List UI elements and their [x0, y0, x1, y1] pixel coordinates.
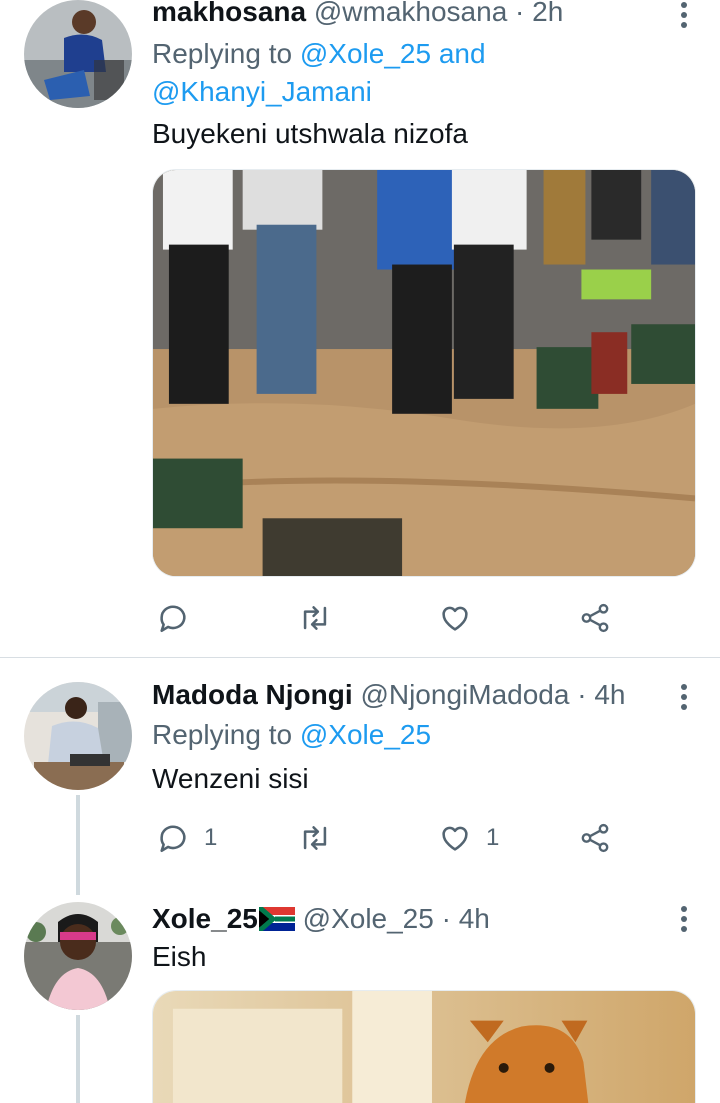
avatar[interactable]: [24, 682, 132, 790]
tweet-text: Eish: [152, 941, 207, 972]
mention-joiner: and: [438, 38, 486, 69]
tweet-photo[interactable]: [152, 169, 696, 577]
timestamp[interactable]: 2h: [532, 0, 563, 27]
reply-button[interactable]: [156, 598, 204, 638]
user-handle[interactable]: @Xole_25: [303, 903, 434, 934]
tweet-header: Madoda Njongi @NjongiMadoda · 4h: [152, 678, 696, 712]
tweet-actions: [152, 598, 622, 638]
more-vertical-icon[interactable]: [680, 906, 688, 936]
reply-icon: [160, 825, 186, 853]
tweet-text: Buyekeni utshwala nizofa: [152, 118, 468, 149]
reply-count: 1: [204, 824, 218, 851]
photo-image: [153, 170, 695, 576]
photo-image: [153, 991, 695, 1103]
display-name[interactable]: Madoda Njongi: [152, 679, 353, 710]
like-button[interactable]: [438, 598, 486, 638]
retweet-button[interactable]: [298, 818, 346, 858]
share-button[interactable]: [578, 598, 612, 638]
replying-prefix: Replying to: [152, 719, 293, 750]
tweet-header: makhosana @wmakhosana · 2h: [152, 0, 696, 29]
more-vertical-icon[interactable]: [680, 2, 688, 32]
tweet-text: Wenzeni sisi: [152, 763, 309, 794]
display-name[interactable]: makhosana: [152, 0, 306, 27]
separator-dot: ·: [577, 679, 587, 710]
like-count: 1: [486, 824, 500, 851]
tweet-actions: 1 1: [152, 818, 622, 858]
share-icon: [581, 823, 609, 853]
retweet-icon: [303, 826, 327, 850]
tweet-xole[interactable]: Xole_25 @Xole_25 · 4h Eish: [0, 888, 720, 1103]
separator-dot: ·: [441, 903, 451, 934]
more-vertical-icon[interactable]: [680, 684, 688, 714]
user-handle[interactable]: @NjongiMadoda: [360, 679, 569, 710]
separator-dot: ·: [515, 0, 525, 27]
user-handle[interactable]: @wmakhosana: [314, 0, 507, 27]
mention-link[interactable]: @Xole_25: [300, 719, 431, 750]
avatar-image: [24, 902, 132, 1010]
reply-icon: [160, 605, 186, 633]
south-africa-flag-icon: [258, 907, 295, 931]
replying-to: Replying to @Xole_25 and @Khanyi_Jamani: [152, 35, 696, 111]
avatar[interactable]: [24, 0, 132, 108]
like-icon: [442, 606, 468, 631]
share-icon: [581, 603, 609, 633]
like-button[interactable]: 1: [438, 818, 499, 858]
share-button[interactable]: [578, 818, 612, 858]
avatar-image: [24, 0, 132, 108]
display-name[interactable]: Xole_25: [152, 903, 258, 934]
timestamp[interactable]: 4h: [594, 679, 625, 710]
replying-prefix: Replying to: [152, 38, 293, 69]
tweet-makhosana[interactable]: makhosana @wmakhosana · 2h Replying to @…: [0, 0, 720, 657]
retweet-icon: [303, 606, 327, 630]
avatar[interactable]: [24, 902, 132, 1010]
timestamp[interactable]: 4h: [459, 903, 490, 934]
mention-link[interactable]: @Khanyi_Jamani: [152, 76, 372, 107]
tweet-madoda-njongi[interactable]: Madoda Njongi @NjongiMadoda · 4h Replyin…: [0, 658, 720, 888]
like-icon: [442, 826, 468, 851]
reply-button[interactable]: 1: [156, 818, 217, 858]
tweet-header: Xole_25 @Xole_25 · 4h: [152, 902, 696, 936]
avatar-image: [24, 682, 132, 790]
tweet-photo[interactable]: [152, 990, 696, 1103]
replying-to: Replying to @Xole_25: [152, 716, 696, 754]
mention-link[interactable]: @Xole_25: [300, 38, 431, 69]
retweet-button[interactable]: [298, 598, 346, 638]
